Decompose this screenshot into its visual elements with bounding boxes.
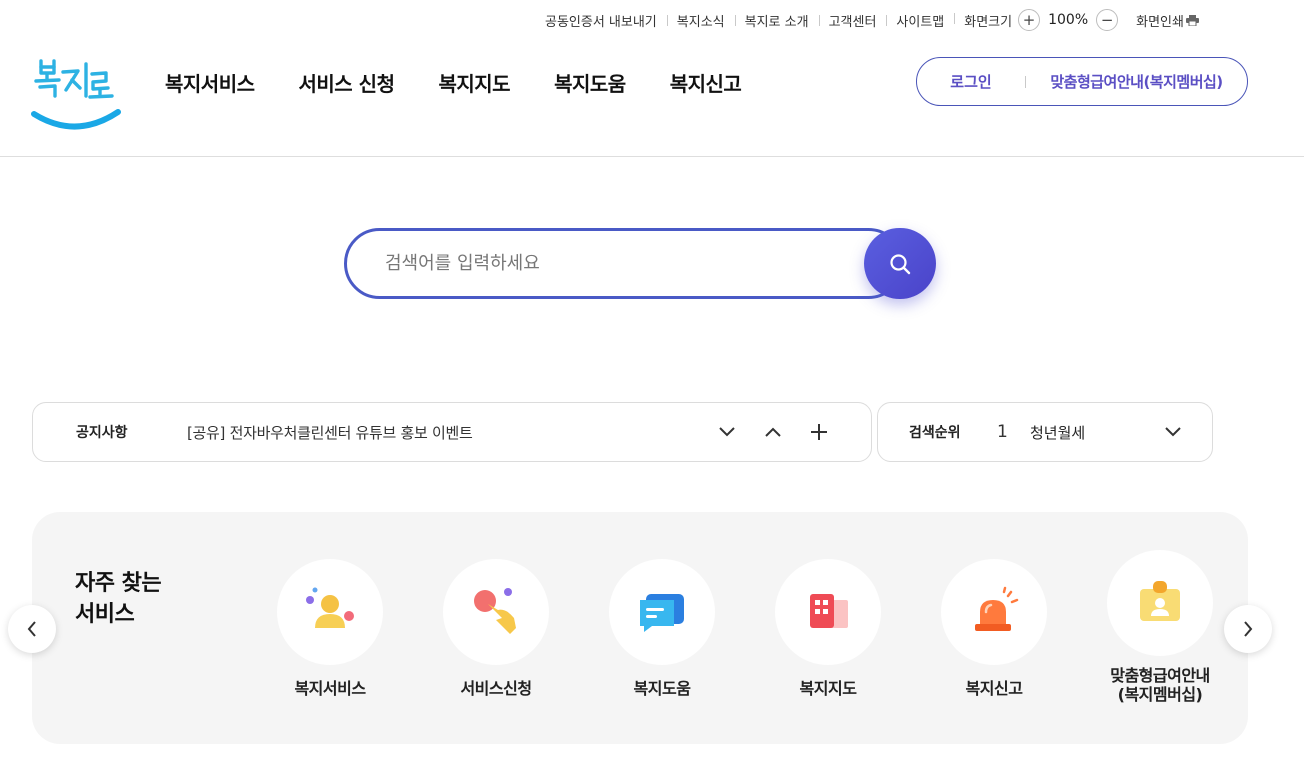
nav-welfare-report[interactable]: 복지신고 xyxy=(670,68,742,97)
zoom-out-button[interactable]: − xyxy=(1096,9,1119,31)
frequent-title-line2: 서비스 xyxy=(75,602,135,627)
service-welfare[interactable]: 복지서비스 xyxy=(265,559,395,698)
service-apply-label: 서비스신청 xyxy=(460,679,532,698)
service-welfare-label: 복지서비스 xyxy=(294,679,366,698)
chevron-up-icon xyxy=(765,427,781,437)
person-icon xyxy=(306,587,354,628)
ranking-number: 1 xyxy=(997,422,1008,442)
service-map-circle xyxy=(775,559,881,665)
chevron-down-icon xyxy=(1165,427,1181,437)
frequent-services-panel: 자주 찾는 서비스 복지서비스 서비스신청 복지도움 복지지도 복지신고 맞춤형… xyxy=(32,512,1248,744)
carousel-prev-button[interactable] xyxy=(8,605,56,653)
login-button[interactable]: 로그인 xyxy=(917,71,1025,92)
nav-service-apply[interactable]: 서비스 신청 xyxy=(299,68,395,97)
service-membership[interactable]: 맞춤형급여안내 (복지멤버십) xyxy=(1095,550,1225,704)
service-help-label: 복지도움 xyxy=(633,679,691,698)
site-logo[interactable] xyxy=(30,52,122,136)
notice-next-button[interactable] xyxy=(715,420,739,444)
service-apply-circle xyxy=(443,559,549,665)
zoom-control: 화면크기 + 100% − xyxy=(954,9,1119,31)
service-membership-circle xyxy=(1107,550,1213,656)
id-badge-icon xyxy=(1140,581,1180,621)
search-input[interactable] xyxy=(344,228,904,299)
service-map[interactable]: 복지지도 xyxy=(763,559,893,698)
search-box xyxy=(344,228,936,299)
notice-bar: 공지사항 [공유] 전자바우처클린센터 유튜브 홍보 이벤트 xyxy=(32,402,872,462)
service-membership-label-line2: (복지멤버십) xyxy=(1117,685,1203,704)
zoom-in-button[interactable]: + xyxy=(1018,9,1041,31)
carousel-next-button[interactable] xyxy=(1224,605,1272,653)
print-button[interactable]: 화면인쇄 xyxy=(1118,11,1199,30)
chevron-down-icon xyxy=(719,427,735,437)
zoom-label: 화면크기 xyxy=(964,14,1013,30)
plus-icon xyxy=(811,424,827,440)
membership-button[interactable]: 맞춤형급여안내(복지멤버십) xyxy=(1026,71,1247,92)
service-map-label: 복지지도 xyxy=(799,679,857,698)
service-apply[interactable]: 서비스신청 xyxy=(431,559,561,698)
service-welfare-circle xyxy=(277,559,383,665)
service-help[interactable]: 복지도움 xyxy=(597,559,727,698)
nav-welfare-map[interactable]: 복지지도 xyxy=(438,68,510,97)
ranking-expand-button[interactable] xyxy=(1161,420,1185,444)
notice-more-button[interactable] xyxy=(807,420,831,444)
service-help-circle xyxy=(609,559,715,665)
service-membership-label: 맞춤형급여안내 (복지멤버십) xyxy=(1095,666,1225,704)
notice-label: 공지사항 xyxy=(76,425,128,441)
auth-box: 로그인 맞춤형급여안내(복지멤버십) xyxy=(916,57,1248,106)
header-divider xyxy=(0,156,1304,157)
chat-bubble-icon xyxy=(640,594,684,632)
service-report-label: 복지신고 xyxy=(965,679,1023,698)
search-icon xyxy=(890,253,911,274)
utility-link-cert-export[interactable]: 공동인증서 내보내기 xyxy=(545,11,667,30)
utility-bar: 공동인증서 내보내기 복지소식 복지로 소개 고객센터 사이트맵 화면크기 + … xyxy=(545,9,1199,31)
print-label: 화면인쇄 xyxy=(1136,14,1184,30)
nav-welfare-service[interactable]: 복지서비스 xyxy=(165,68,255,97)
search-ranking: 검색순위 1 청년월세 xyxy=(877,402,1213,462)
printer-icon xyxy=(1185,14,1199,26)
building-icon xyxy=(810,594,848,628)
service-membership-label-line1: 맞춤형급여안내 xyxy=(1110,666,1210,685)
notice-prev-button[interactable] xyxy=(761,420,785,444)
notice-text[interactable]: [공유] 전자바우처클린센터 유튜브 홍보 이벤트 xyxy=(187,422,715,443)
utility-link-about[interactable]: 복지로 소개 xyxy=(734,11,819,30)
utility-link-news[interactable]: 복지소식 xyxy=(666,11,735,30)
hand-pointer-icon xyxy=(474,588,516,634)
main-nav: 복지서비스 서비스 신청 복지지도 복지도움 복지신고 xyxy=(165,68,785,97)
utility-link-customer-center[interactable]: 고객센터 xyxy=(818,11,887,30)
ranking-label: 검색순위 xyxy=(909,425,961,441)
frequent-title-line1: 자주 찾는 xyxy=(75,571,162,596)
siren-icon xyxy=(975,586,1019,631)
ranking-keyword[interactable]: 청년월세 xyxy=(1030,422,1161,443)
search-button[interactable] xyxy=(864,228,936,299)
zoom-value: 100% xyxy=(1048,12,1089,28)
nav-welfare-help[interactable]: 복지도움 xyxy=(554,68,626,97)
utility-link-sitemap[interactable]: 사이트맵 xyxy=(886,11,954,30)
logo-mark xyxy=(31,59,121,130)
chevron-left-icon xyxy=(27,621,36,637)
service-report-circle xyxy=(941,559,1047,665)
service-report[interactable]: 복지신고 xyxy=(929,559,1059,698)
chevron-right-icon xyxy=(1244,621,1253,637)
frequent-services-title: 자주 찾는 서비스 xyxy=(75,568,162,630)
